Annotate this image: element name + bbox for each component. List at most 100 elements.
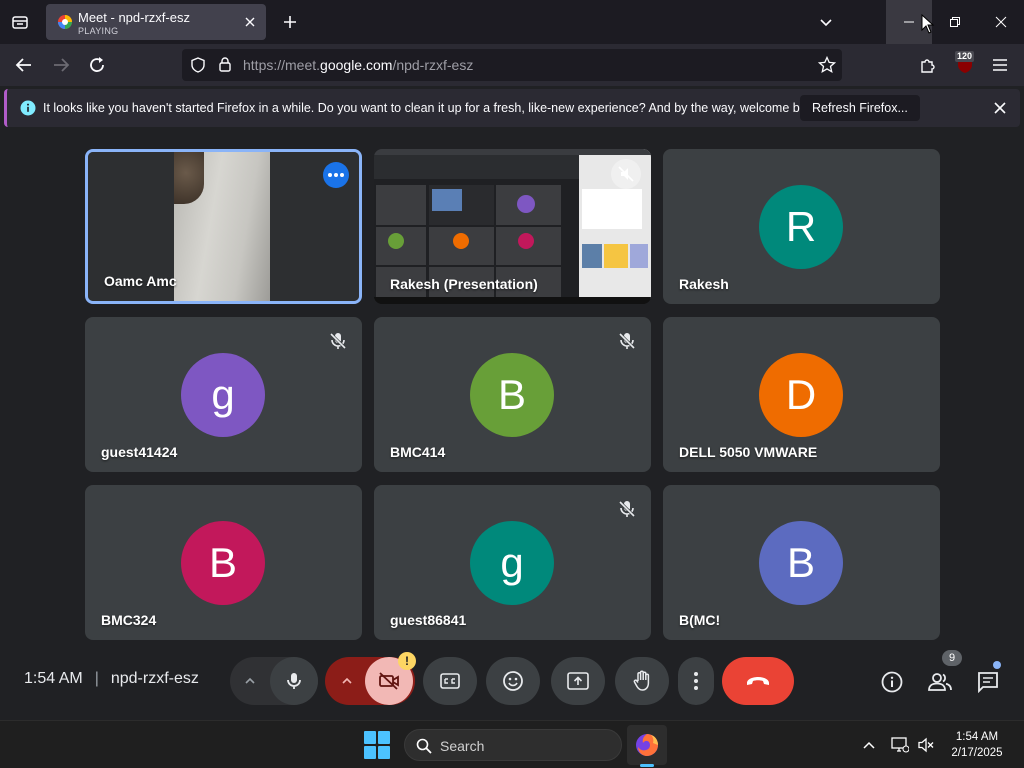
participant-name: B(MC! xyxy=(679,612,721,628)
tracking-protection-shield-icon[interactable] xyxy=(190,57,206,73)
meeting-time: 1:54 AM xyxy=(24,670,83,687)
taskbar-clock[interactable]: 1:54 AM 2/17/2025 xyxy=(942,729,1012,761)
raise-hand-button[interactable] xyxy=(615,657,669,705)
meeting-info-button[interactable] xyxy=(874,664,910,700)
closed-captions-icon xyxy=(440,673,460,689)
active-app-indicator xyxy=(640,764,654,767)
more-vert-icon xyxy=(694,672,698,690)
navigation-bar: https://meet.google.com/npd-rzxf-esz 120 xyxy=(0,44,1024,86)
back-arrow-icon[interactable] xyxy=(9,50,39,80)
microphone-button[interactable] xyxy=(270,657,318,705)
notification-close-icon[interactable] xyxy=(990,98,1010,118)
people-button[interactable] xyxy=(922,664,958,700)
network-icon[interactable] xyxy=(888,733,912,757)
info-icon xyxy=(20,100,36,116)
participant-name: guest86841 xyxy=(390,612,467,628)
clock-date: 2/17/2025 xyxy=(951,747,1003,759)
more-options-icon[interactable] xyxy=(323,162,349,188)
mic-off-icon xyxy=(618,500,636,518)
reactions-button[interactable] xyxy=(486,657,540,705)
url-bar[interactable]: https://meet.google.com/npd-rzxf-esz xyxy=(182,49,842,81)
microphone-icon xyxy=(287,673,301,689)
participant-tile-self[interactable]: Oamc Amc xyxy=(85,149,362,304)
captions-button[interactable] xyxy=(423,657,477,705)
participant-name: Rakesh xyxy=(679,276,729,292)
presentation-audio-off-icon xyxy=(611,159,641,189)
reload-icon[interactable] xyxy=(82,50,112,80)
participant-tile[interactable]: R Rakesh xyxy=(663,149,940,304)
volume-muted-icon[interactable] xyxy=(914,733,938,757)
search-icon xyxy=(416,738,432,754)
meeting-controls-bar: 1:54 AM | npd-rzxf-esz ! 9 xyxy=(0,650,1024,720)
taskbar-search-box[interactable]: Search xyxy=(404,729,622,761)
chat-button[interactable] xyxy=(970,664,1006,700)
avatar: B xyxy=(181,521,265,605)
audio-options-chevron-up-icon[interactable] xyxy=(230,657,270,705)
participant-name: Rakesh (Presentation) xyxy=(390,276,538,292)
meeting-details: 1:54 AM | npd-rzxf-esz xyxy=(24,670,199,687)
meeting-code: npd-rzxf-esz xyxy=(110,670,199,687)
info-icon xyxy=(881,671,903,693)
firefox-taskbar-icon[interactable] xyxy=(627,725,667,765)
present-screen-button[interactable] xyxy=(551,657,605,705)
participant-tile[interactable]: g guest41424 xyxy=(85,317,362,472)
hamburger-menu-icon[interactable] xyxy=(985,50,1015,80)
tab-title: Meet - npd-rzxf-esz xyxy=(78,10,190,25)
avatar: D xyxy=(759,353,843,437)
avatar: B xyxy=(759,521,843,605)
windows-taskbar: Search 1:54 AM 2/17/2025 xyxy=(0,720,1024,768)
chat-notification-dot xyxy=(993,661,1001,669)
leave-call-button[interactable] xyxy=(722,657,794,705)
bookmark-star-icon[interactable] xyxy=(818,56,836,74)
extensions-puzzle-icon[interactable] xyxy=(913,50,943,80)
avatar: g xyxy=(470,521,554,605)
list-all-tabs-icon[interactable] xyxy=(6,8,34,36)
people-count-badge: 9 xyxy=(942,650,962,666)
new-tab-plus-icon[interactable] xyxy=(276,8,304,36)
participant-name: guest41424 xyxy=(101,444,178,460)
participant-name: BMC324 xyxy=(101,612,157,628)
phone-hangup-icon xyxy=(747,677,769,685)
participant-name: Oamc Amc xyxy=(104,273,177,289)
chevron-down-icon[interactable] xyxy=(812,8,840,36)
refresh-firefox-button[interactable]: Refresh Firefox... xyxy=(800,95,920,121)
participant-tile[interactable]: B B(MC! xyxy=(663,485,940,640)
url-text[interactable]: https://meet.google.com/npd-rzxf-esz xyxy=(243,57,473,73)
tab-strip: Meet - npd-rzxf-esz PLAYING xyxy=(0,0,1024,44)
windows-start-icon[interactable] xyxy=(364,731,392,759)
camera-warning-badge: ! xyxy=(398,652,416,670)
participant-tile[interactable]: g guest86841 xyxy=(374,485,651,640)
tab-close-icon[interactable] xyxy=(240,12,260,32)
camera-options-chevron-up-icon[interactable] xyxy=(327,657,367,705)
participant-tile[interactable]: D DELL 5050 VMWARE xyxy=(663,317,940,472)
search-label: Search xyxy=(440,738,485,754)
chat-icon xyxy=(978,672,998,693)
forward-arrow-icon[interactable] xyxy=(46,50,76,80)
notification-message: It looks like you haven't started Firefo… xyxy=(43,101,823,115)
avatar: B xyxy=(470,353,554,437)
participant-name: BMC414 xyxy=(390,444,446,460)
meet-favicon-icon xyxy=(58,15,72,29)
clock-time: 1:54 AM xyxy=(955,731,999,743)
meet-stage: Oamc Amc Rakesh (Presentation) R Rakesh … xyxy=(0,130,1024,720)
camera-off-icon xyxy=(379,672,399,690)
participant-name: DELL 5050 VMWARE xyxy=(679,444,818,460)
tab-playing-label: PLAYING xyxy=(78,26,119,36)
tray-chevron-up-icon[interactable] xyxy=(857,733,881,757)
avatar: g xyxy=(181,353,265,437)
mic-off-icon xyxy=(618,332,636,350)
present-screen-icon xyxy=(567,672,589,690)
mic-off-icon xyxy=(329,332,347,350)
more-options-button[interactable] xyxy=(678,657,714,705)
window-close-button[interactable] xyxy=(978,0,1024,44)
window-restore-button[interactable] xyxy=(932,0,978,44)
participant-tile[interactable]: B BMC324 xyxy=(85,485,362,640)
lock-icon[interactable] xyxy=(217,56,233,73)
refresh-notification-bar: It looks like you haven't started Firefo… xyxy=(4,89,1020,127)
participant-tile-presentation[interactable]: Rakesh (Presentation) xyxy=(374,149,651,304)
camera-image xyxy=(174,152,270,301)
tab-meet[interactable]: Meet - npd-rzxf-esz PLAYING xyxy=(46,4,266,40)
participant-tile[interactable]: B BMC414 xyxy=(374,317,651,472)
raise-hand-icon xyxy=(633,670,650,691)
emoji-icon xyxy=(503,671,523,691)
